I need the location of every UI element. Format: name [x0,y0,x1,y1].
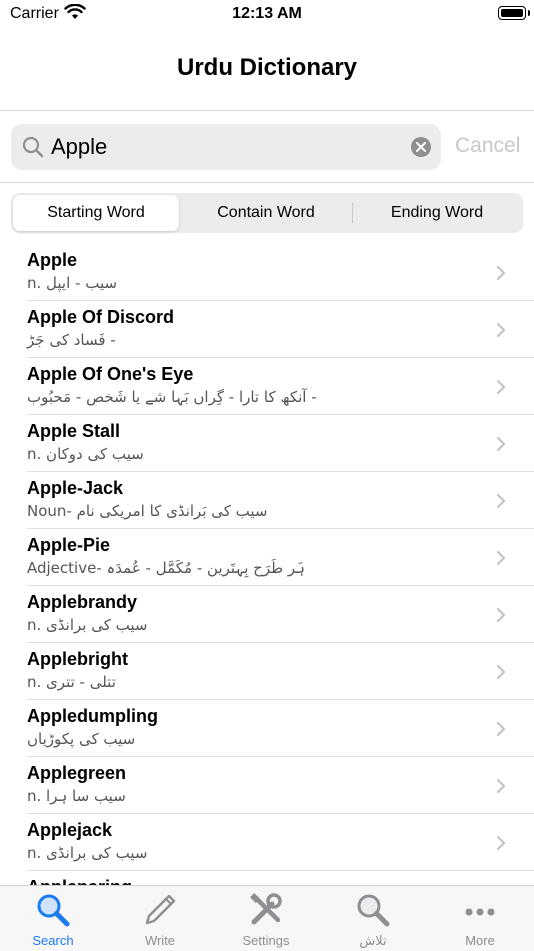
result-word: Apple-Pie [27,535,111,555]
result-meaning: آنکھ کا تارا - گِراں بَہا شے یا شَخص - م… [27,388,317,406]
result-word: Apple [27,250,78,270]
pencil-icon [142,892,178,928]
result-row[interactable]: Apple Stall n. سیب کی دوکان [0,415,534,472]
page-title: Urdu Dictionary [176,54,358,81]
result-row[interactable]: Applejack n. سیب کی برانڈی [0,814,534,871]
result-row[interactable]: Apple-Pie Adjective- ہَر طَرَح بِہتَرین -… [0,529,534,586]
result-meaning: n. سیب کی برانڈی [27,616,148,634]
result-word: Apple Of Discord [27,307,175,327]
result-word: Apple Of One's Eye [27,364,194,384]
result-meaning: n. سیب - ایپل [27,274,118,292]
tab-label: Settings [242,933,290,948]
cancel-button[interactable]: Cancel [455,134,520,158]
result-row[interactable]: Apple-Jack Noun- سیب کی بَرانڈی کا امریکی… [0,472,534,529]
result-row[interactable]: Applegreen n. سیب سا ہرا [0,757,534,814]
chevron-right-icon [496,322,506,343]
chevron-right-icon [496,550,506,571]
battery-icon [498,6,530,20]
tab-bar: Search Write Settings تلاش More [0,885,534,951]
result-row[interactable]: Applebright n. تتلی - تتری [0,643,534,700]
result-word: Applebright [27,649,128,669]
chevron-right-icon [496,607,506,628]
result-word: Appleparing [27,877,132,885]
result-meaning: n. تتلی - تتری [27,673,116,691]
result-meaning: Adjective- ہَر طَرَح بِہتَرین - مُکَمَّل… [27,559,305,577]
result-row[interactable]: Apple Of Discord فَساد کی جَڑ - [0,301,534,358]
tab-search[interactable]: Search [0,886,106,951]
result-word: Apple-Jack [27,478,124,498]
status-bar: Carrier 12:13 AM [0,0,534,30]
search-input[interactable] [51,130,411,164]
chevron-right-icon [496,664,506,685]
chevron-right-icon [496,265,506,286]
result-meaning: سیب کی پکوڑیاں [27,730,136,748]
search-icon [355,892,391,928]
segment-contain-word[interactable]: Contain Word [181,195,351,231]
more-icon [462,892,498,928]
tab-search-urdu[interactable]: تلاش [320,886,426,951]
result-row[interactable]: Apple Of One's Eye آنکھ کا تارا - گِراں ب… [0,358,534,415]
result-word: Applejack [27,820,113,840]
chevron-right-icon [496,379,506,400]
results-list: Apple n. سیب - ایپل Apple Of Discord فَساد … [0,244,534,885]
tab-more[interactable]: More [427,886,533,951]
result-meaning: فَساد کی جَڑ - [27,331,116,349]
chevron-right-icon [496,835,506,856]
tab-settings[interactable]: Settings [213,886,319,951]
result-meaning: n. سیب کی دوکان [27,445,144,463]
chevron-right-icon [496,436,506,457]
clear-search-icon[interactable] [411,137,431,157]
result-row[interactable]: Appledumpling سیب کی پکوڑیاں [0,700,534,757]
tools-icon [248,892,284,928]
result-word: Apple Stall [27,421,121,441]
search-icon [21,135,45,164]
tab-label: Search [32,933,74,948]
result-word: Applegreen [27,763,127,783]
search-mode-segmented-control: Starting Word Contain Word Ending Word [11,193,523,233]
tab-label: More [465,933,495,948]
chevron-right-icon [496,721,506,742]
result-word: Appledumpling [27,706,158,726]
segment-starting-word[interactable]: Starting Word [13,195,179,231]
result-row[interactable]: Applebrandy n. سیب کی برانڈی [0,586,534,643]
chevron-right-icon [496,778,506,799]
tab-label: Write [144,933,176,948]
result-meaning: n. سیب سا ہرا [27,787,126,805]
search-bar[interactable] [11,124,441,170]
clock: 12:13 AM [232,5,302,22]
segment-ending-word[interactable]: Ending Word [353,195,521,231]
result-meaning: n. سیب کی برانڈی [27,844,148,862]
result-word: Applebrandy [27,592,138,612]
tab-label: تلاش [359,933,387,948]
tab-write[interactable]: Write [107,886,213,951]
result-row[interactable]: Apple n. سیب - ایپل [0,244,534,301]
search-divider [0,182,534,183]
chevron-right-icon [496,493,506,514]
result-meaning: Noun- سیب کی بَرانڈی کا امریکی نام [27,502,268,520]
result-row[interactable]: Appleparing [0,871,534,885]
nav-divider [0,110,534,111]
search-icon [35,892,71,928]
